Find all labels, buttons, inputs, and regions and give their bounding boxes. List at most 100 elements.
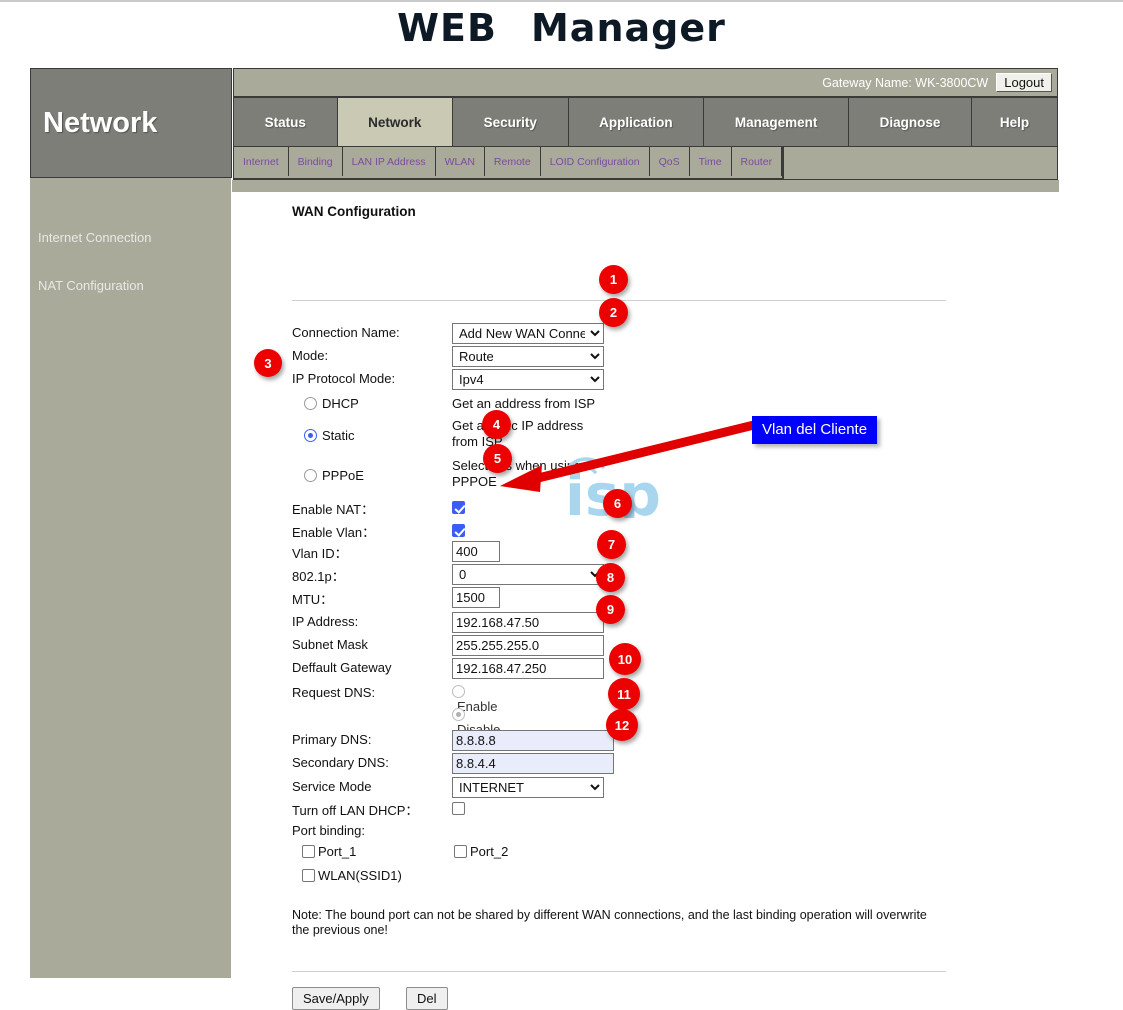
sub-navigation-bar: Internet Binding LAN IP Address WLAN Rem… [233, 147, 1058, 180]
subtab-lan-ip-address[interactable]: LAN IP Address [343, 147, 436, 176]
turn-off-lan-dhcp-checkbox[interactable] [452, 802, 465, 815]
badge-7: 7 [597, 530, 626, 559]
page-title-right: Manager [531, 6, 726, 50]
ip-protocol-mode-label: IP Protocol Mode: [292, 371, 395, 386]
actions-divider [292, 971, 946, 972]
mtu-input[interactable] [452, 587, 500, 608]
tab-help[interactable]: Help [972, 98, 1057, 146]
dhcp-radio[interactable] [304, 397, 317, 410]
subtab-internet[interactable]: Internet [234, 147, 289, 176]
subnet-mask-input[interactable] [452, 635, 604, 656]
enable-nat-label: Enable NAT： [292, 499, 374, 518]
dot1p-select[interactable]: 0 [452, 564, 604, 585]
mtu-label: MTU： [292, 589, 333, 608]
del-button[interactable]: Del [406, 987, 448, 1010]
tab-security[interactable]: Security [453, 98, 569, 146]
gateway-bar: Gateway Name: WK-3800CW Logout [233, 68, 1058, 97]
mode-select[interactable]: Route [452, 346, 604, 367]
pppoe-label: PPPoE [322, 468, 364, 483]
subtab-loid-configuration[interactable]: LOID Configuration [541, 147, 650, 176]
subnet-mask-label: Subnet Mask [292, 637, 368, 652]
mode-label: Mode: [292, 348, 328, 363]
vlan-id-label: Vlan ID： [292, 543, 348, 562]
badge-5: 5 [483, 444, 512, 473]
badge-3: 3 [254, 349, 282, 377]
pppoe-radio[interactable] [304, 469, 317, 482]
subtab-router[interactable]: Router [732, 147, 783, 176]
sub-navigation: Internet Binding LAN IP Address WLAN Rem… [234, 147, 784, 180]
subtab-binding[interactable]: Binding [289, 147, 343, 176]
pppoe-hint: Select this when using PPPOE [452, 458, 612, 490]
subtab-qos[interactable]: QoS [650, 147, 690, 176]
section-title: WAN Configuration [292, 204, 416, 219]
sub-navigation-filler [232, 180, 1059, 192]
brand-panel: Network [30, 68, 232, 178]
sidebar-item-nat-configuration[interactable]: NAT Configuration [38, 278, 223, 293]
port-2-checkbox[interactable] [454, 845, 467, 858]
subtab-time[interactable]: Time [690, 147, 732, 176]
top-divider [0, 0, 1123, 2]
logout-button[interactable]: Logout [996, 73, 1052, 92]
request-dns-disable-radio[interactable] [452, 708, 465, 721]
port-binding-note: Note: The bound port can not be shared b… [292, 908, 932, 938]
tab-application[interactable]: Application [569, 98, 705, 146]
port-1-checkbox[interactable] [302, 845, 315, 858]
primary-dns-input[interactable] [452, 730, 614, 751]
brand-label: Network [43, 107, 157, 140]
save-apply-button[interactable]: Save/Apply [292, 987, 380, 1010]
enable-vlan-label: Enable Vlan： [292, 522, 375, 541]
badge-4: 4 [482, 410, 511, 439]
vlan-id-input[interactable] [452, 541, 500, 562]
subtab-remote[interactable]: Remote [485, 147, 541, 176]
port-1-label: Port_1 [318, 844, 356, 859]
turn-off-lan-dhcp-label: Turn off LAN DHCP： [292, 800, 418, 819]
primary-dns-label: Primary DNS: [292, 732, 371, 747]
ip-address-input[interactable] [452, 612, 604, 633]
secondary-dns-input[interactable] [452, 753, 614, 774]
static-radio-wrap[interactable]: Static [304, 428, 355, 443]
dhcp-label: DHCP [322, 396, 359, 411]
badge-8: 8 [596, 563, 625, 592]
main-navigation: Status Network Security Application Mana… [233, 97, 1058, 147]
wlan-ssid1-checkbox[interactable] [302, 869, 315, 882]
port-1-wrap[interactable]: Port_1 [302, 844, 356, 859]
badge-11: 11 [608, 678, 640, 710]
badge-12: 12 [606, 709, 638, 741]
pppoe-radio-wrap[interactable]: PPPoE [304, 468, 364, 483]
page-title-left: WEB [397, 6, 497, 50]
wlan-ssid1-label: WLAN(SSID1) [318, 868, 402, 883]
request-dns-enable-radio[interactable] [452, 685, 465, 698]
sidebar-item-internet-connection[interactable]: Internet Connection [38, 230, 223, 245]
connection-name-label: Connection Name: [292, 325, 400, 340]
port-binding-label: Port binding: [292, 823, 365, 838]
enable-vlan-checkbox[interactable] [452, 524, 465, 537]
badge-1: 1 [599, 265, 628, 294]
app-frame: Network Internet Connection NAT Configur… [30, 68, 1058, 978]
tab-status[interactable]: Status [234, 98, 338, 146]
request-dns-label: Request DNS: [292, 685, 375, 700]
tab-management[interactable]: Management [704, 98, 849, 146]
secondary-dns-label: Secondary DNS: [292, 755, 389, 770]
default-gateway-input[interactable] [452, 658, 604, 679]
tab-diagnose[interactable]: Diagnose [849, 98, 972, 146]
tab-network[interactable]: Network [338, 98, 454, 146]
static-hint: Get a static IP address from ISP [452, 418, 612, 450]
badge-2: 2 [599, 298, 628, 327]
dhcp-radio-wrap[interactable]: DHCP [304, 396, 359, 411]
badge-9: 9 [596, 595, 625, 624]
wlan-ssid1-wrap[interactable]: WLAN(SSID1) [302, 868, 402, 883]
port-2-wrap[interactable]: Port_2 [454, 844, 508, 859]
enable-nat-checkbox[interactable] [452, 501, 465, 514]
dot1p-label: 802.1p： [292, 566, 345, 585]
port-2-label: Port_2 [470, 844, 508, 859]
static-label: Static [322, 428, 355, 443]
ip-protocol-mode-select[interactable]: Ipv4 [452, 369, 604, 390]
gateway-name-label: Gateway Name: WK-3800CW [822, 76, 988, 90]
page-title: WEB Manager [0, 6, 1123, 50]
subtab-wlan[interactable]: WLAN [436, 147, 485, 176]
content-panel: WAN Configuration Connection Name: Add N… [234, 192, 1058, 978]
static-radio[interactable] [304, 429, 317, 442]
service-mode-select[interactable]: INTERNET [452, 777, 604, 798]
vlan-callout: Vlan del Cliente [752, 416, 877, 444]
connection-name-select[interactable]: Add New WAN Connection [452, 323, 604, 344]
